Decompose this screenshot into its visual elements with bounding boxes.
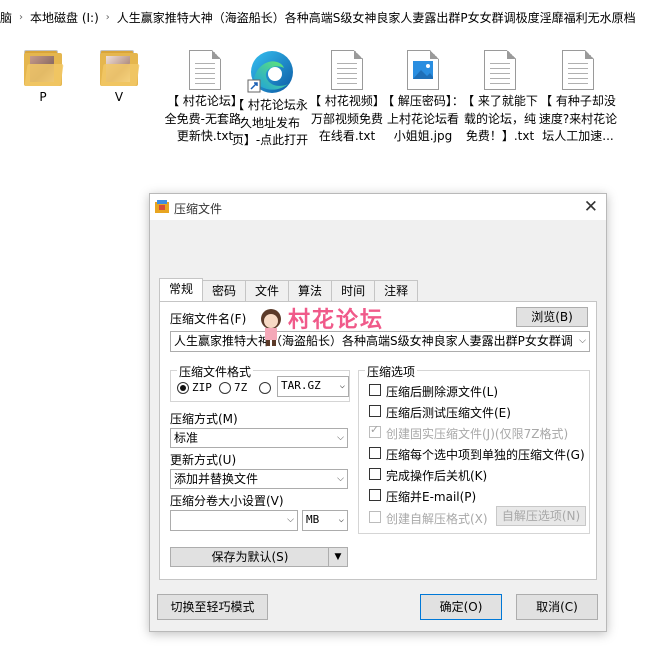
edge-shortcut-icon — [246, 50, 294, 94]
format-group: 压缩文件格式 ZIP 7Z TAR.GZ ⌵ — [170, 363, 350, 402]
file-name: 【 村花论坛永久地址发布页】-点此打开 — [231, 98, 309, 147]
chevron-down-icon[interactable]: ⌵ — [287, 511, 294, 529]
separate-archives-label: 压缩每个选中项到单独的压缩文件(G) — [386, 448, 585, 462]
options-group: 压缩选项 压缩后删除源文件(L) 压缩后测试压缩文件(E) 创建固实压缩文件(J… — [358, 363, 590, 534]
file-name: 【 解压密码】：上村花论坛看小姐姐.jpg — [382, 94, 464, 143]
chevron-down-icon[interactable]: ⌵ — [337, 429, 344, 447]
split-label: 压缩分卷大小设置(V) — [170, 494, 284, 508]
method-select[interactable]: 标准 ⌵ — [170, 428, 348, 448]
compress-dialog: 压缩文件 ✕ 常规 密码 文件 算法 时间 注释 压缩文件名(F) 浏览(B) … — [149, 193, 607, 632]
file-item[interactable]: V — [78, 50, 160, 107]
image-file-icon — [407, 50, 439, 90]
tab-time[interactable]: 时间 — [331, 280, 376, 301]
switch-light-mode-button[interactable]: 切换至轻巧模式 — [157, 594, 268, 620]
file-name: 【 村花视频】万部视频免费在线看.txt — [309, 94, 385, 143]
options-group-label: 压缩选项 — [365, 363, 418, 380]
file-item[interactable]: P — [2, 50, 84, 107]
file-item[interactable]: 【 解压密码】：上村花论坛看小姐姐.jpg — [382, 50, 464, 146]
format-targz-radio[interactable] — [259, 382, 271, 394]
dialog-title: 压缩文件 — [174, 202, 223, 216]
sfx-options-button[interactable]: 自解压选项(N) — [496, 506, 586, 526]
tab-algorithm[interactable]: 算法 — [288, 280, 333, 301]
chevron-right-icon: › — [105, 11, 110, 23]
solid-archive-checkbox[interactable] — [369, 423, 381, 438]
cancel-button[interactable]: 取消(C) — [516, 594, 598, 620]
folder-icon — [24, 50, 64, 86]
text-file-icon — [484, 50, 516, 90]
solid-archive-label: 创建固实压缩文件(J)(仅限7Z格式) — [386, 427, 569, 441]
watermark-text: 村花论坛 — [288, 308, 385, 333]
close-icon[interactable]: ✕ — [584, 197, 598, 217]
file-item[interactable]: 【 村花视频】万部视频免费在线看.txt — [306, 50, 388, 146]
chevron-down-icon[interactable]: ⌵ — [579, 332, 586, 350]
browse-button[interactable]: 浏览(B) — [516, 307, 588, 327]
delete-source-label: 压缩后删除源文件(L) — [386, 385, 499, 399]
email-label: 压缩并E-mail(P) — [386, 490, 477, 504]
tab-files[interactable]: 文件 — [245, 280, 290, 301]
tab-password[interactable]: 密码 — [202, 280, 247, 301]
file-name: P — [39, 90, 47, 104]
text-file-icon — [189, 50, 221, 90]
chevron-down-icon[interactable]: ⌵ — [337, 470, 344, 488]
file-name: V — [114, 90, 124, 104]
test-archive-label: 压缩后测试压缩文件(E) — [386, 406, 511, 420]
delete-source-checkbox[interactable] — [369, 384, 381, 396]
chevron-down-icon[interactable]: ⌵ — [340, 377, 345, 395]
breadcrumb-item[interactable]: 脑 — [0, 9, 12, 26]
archive-app-icon — [155, 200, 169, 213]
separate-archives-checkbox[interactable] — [369, 447, 381, 459]
format-group-label: 压缩文件格式 — [177, 363, 254, 380]
folder-icon — [100, 50, 140, 86]
shutdown-label: 完成操作后关机(K) — [386, 469, 488, 483]
file-name: 【 来了就能下载的论坛，纯免费！】.txt — [462, 94, 538, 143]
email-checkbox[interactable] — [369, 489, 381, 501]
sfx-checkbox[interactable] — [369, 511, 381, 523]
save-default-button[interactable]: 保存为默认(S) ▼ — [170, 547, 348, 567]
text-file-icon — [331, 50, 363, 90]
format-zip-radio[interactable] — [177, 382, 189, 394]
split-size-input[interactable]: ⌵ — [170, 510, 298, 531]
breadcrumb: 脑 › 本地磁盘 (I:) › 人生赢家推特大神（海盗船长）各种高端S级女神良家… — [0, 0, 669, 34]
tab-general[interactable]: 常规 — [159, 278, 204, 301]
chevron-down-icon[interactable]: ▼ — [328, 548, 347, 566]
update-select[interactable]: 添加并替换文件 ⌵ — [170, 469, 348, 489]
general-panel: 压缩文件名(F) 浏览(B) 人生赢家推特大神（海盗船长）各种高端S级女神良家人… — [159, 301, 597, 580]
shutdown-checkbox[interactable] — [369, 468, 381, 480]
dialog-titlebar[interactable]: 压缩文件 ✕ — [150, 194, 606, 220]
archive-name-label: 压缩文件名(F) — [170, 312, 247, 326]
format-7z-label: 7Z — [234, 381, 248, 394]
sfx-label: 创建自解压格式(X) — [386, 512, 488, 526]
chevron-down-icon[interactable]: ⌵ — [339, 511, 344, 529]
chevron-right-icon: › — [19, 11, 24, 23]
tab-comment[interactable]: 注释 — [374, 280, 419, 301]
method-label: 压缩方式(M) — [170, 412, 238, 426]
test-archive-checkbox[interactable] — [369, 405, 381, 417]
tab-bar: 常规 密码 文件 算法 时间 注释 — [159, 278, 419, 302]
file-item[interactable]: 【 村花论坛永久地址发布页】-点此打开 — [229, 50, 311, 150]
breadcrumb-item[interactable]: 本地磁盘 (I:) — [30, 9, 99, 26]
file-name: 【 有种子却没速度?来村花论坛人工加速... — [538, 94, 618, 143]
file-item[interactable]: 【 来了就能下载的论坛，纯免费！】.txt — [459, 50, 541, 146]
file-item[interactable]: 【 有种子却没速度?来村花论坛人工加速... — [537, 50, 619, 146]
ok-button[interactable]: 确定(O) — [420, 594, 502, 620]
text-file-icon — [562, 50, 594, 90]
format-targz-select[interactable]: TAR.GZ ⌵ — [277, 376, 349, 397]
archive-name-input[interactable]: 人生赢家推特大神（海盗船长）各种高端S级女神良家人妻露出群P女女群调 ⌵ — [170, 331, 590, 352]
watermark-sticker-icon — [261, 309, 281, 346]
split-unit-select[interactable]: MB ⌵ — [302, 510, 348, 531]
format-zip-label: ZIP — [192, 381, 212, 394]
breadcrumb-item[interactable]: 人生赢家推特大神（海盗船长）各种高端S级女神良家人妻露出群P女女群调极度淫靡福利… — [117, 9, 636, 26]
format-7z-radio[interactable] — [219, 382, 231, 394]
update-label: 更新方式(U) — [170, 453, 237, 467]
